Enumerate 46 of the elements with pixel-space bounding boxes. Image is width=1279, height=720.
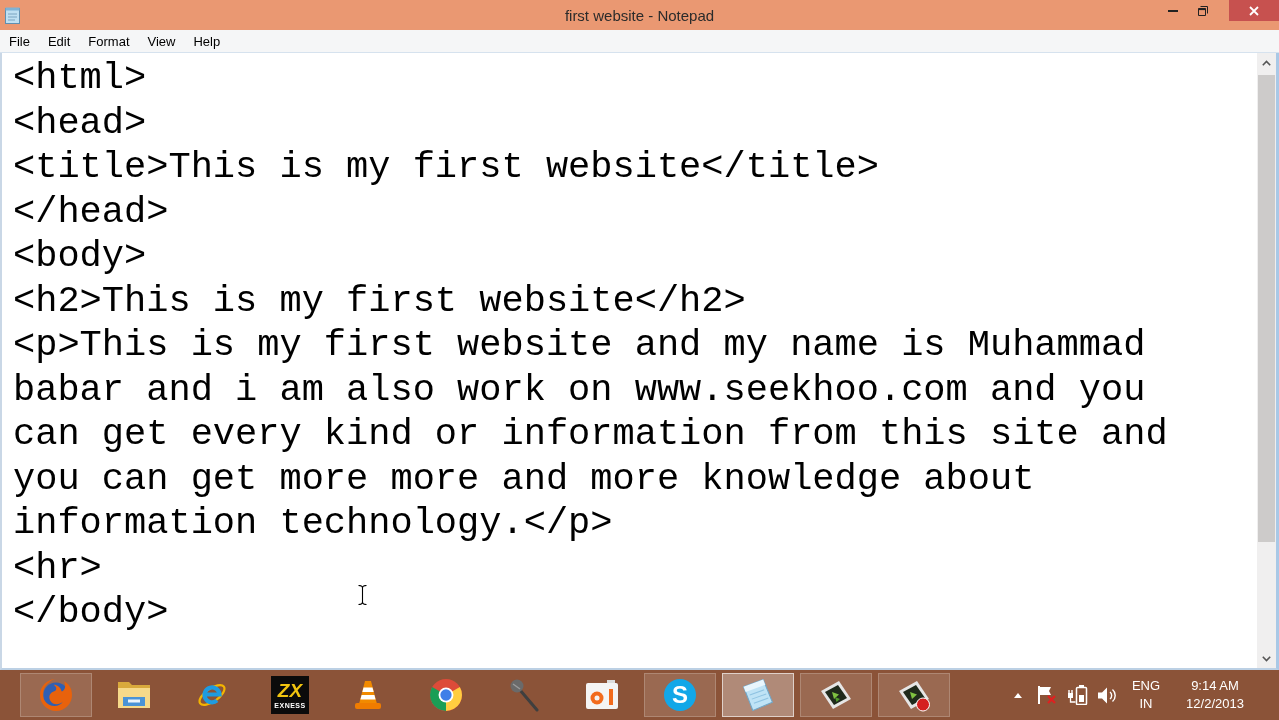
menu-item[interactable]: Edit xyxy=(38,31,80,51)
close-button[interactable] xyxy=(1229,0,1279,21)
code-line: <hr> xyxy=(13,545,102,590)
logo-mark: ZX xyxy=(277,680,303,701)
flag-x-icon[interactable] xyxy=(1037,685,1057,705)
logo-letter: S xyxy=(664,679,696,711)
language-button[interactable]: ENG IN xyxy=(1131,677,1161,713)
chevron-down-icon xyxy=(1262,655,1271,662)
code-line: can get every kind or information from this site and xyxy=(13,412,1168,457)
notepad-icon xyxy=(742,679,774,711)
power-battery-icon[interactable] xyxy=(1068,685,1088,705)
code-line: babar and i am also work on www.seekhoo.com and you xyxy=(13,367,1146,412)
code-line: <p>This is my first website and my name is Muhammad xyxy=(13,323,1146,368)
close-icon xyxy=(1249,5,1259,16)
microphone-icon xyxy=(509,678,539,712)
clock-button[interactable]: 9:14 AM 12/2/2013 xyxy=(1186,677,1244,713)
code-line: you can get more more and more knowledge about xyxy=(13,456,1035,501)
ring-logo-icon xyxy=(430,679,462,711)
caret-up-icon xyxy=(1014,692,1022,698)
i-beam-cursor-icon xyxy=(358,585,367,605)
screen-tile-record-icon xyxy=(897,678,931,712)
chevron-up-icon xyxy=(1262,59,1271,66)
code-line: <h2>This is my first website</h2> xyxy=(13,278,746,323)
code-line: </head> xyxy=(13,189,169,234)
screen-tile-icon xyxy=(819,679,853,711)
scrollbar-thumb[interactable] xyxy=(1258,75,1275,542)
menu-item[interactable]: Format xyxy=(79,31,139,51)
code-line: information technology.</p> xyxy=(13,501,613,546)
code-line: <head> xyxy=(13,100,147,145)
traffic-cone-icon xyxy=(354,680,382,710)
menu-item[interactable]: Help xyxy=(184,31,230,51)
window-title: first website - Notepad xyxy=(564,6,715,24)
code-line: <body> xyxy=(13,234,147,279)
speaker-icon[interactable] xyxy=(1097,686,1117,704)
folder-icon xyxy=(117,680,151,710)
taskbar-button[interactable] xyxy=(800,673,872,717)
restore-icon xyxy=(1198,5,1208,16)
code-line: </body> xyxy=(13,590,169,635)
fox-globe-icon xyxy=(40,679,72,711)
minimize-icon xyxy=(1168,9,1178,12)
record-tile-icon xyxy=(585,680,619,710)
taskbar-button[interactable] xyxy=(878,673,950,717)
code-line: <html> xyxy=(13,56,147,101)
menu-item[interactable]: View xyxy=(138,31,185,51)
code-line: <title>This is my first website</title> xyxy=(13,145,879,190)
menu-item[interactable]: File xyxy=(0,31,39,51)
